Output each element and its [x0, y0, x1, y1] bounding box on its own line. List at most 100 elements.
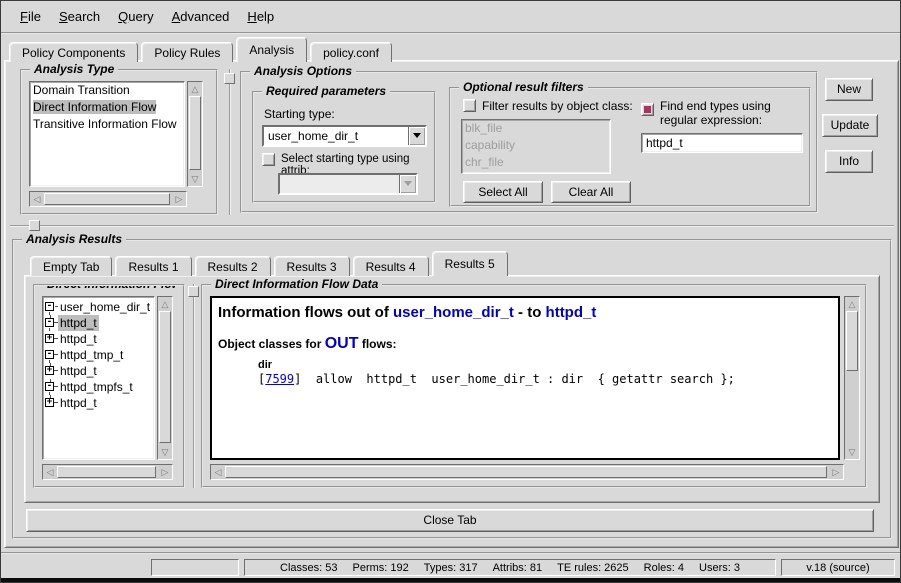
results-tab[interactable]: Results 5 — [432, 251, 508, 276]
tree-expand-icon[interactable]: - — [45, 382, 54, 391]
update-button[interactable]: Update — [822, 114, 878, 137]
object-class-checkbox-row: Filter results by object class: — [463, 99, 633, 113]
analysis-options-frame: Analysis Options Required parameters Sta… — [240, 71, 818, 213]
results-tab[interactable]: Results 2 — [195, 256, 271, 276]
tree-expand-icon[interactable]: - — [45, 318, 54, 327]
scroll-up-icon[interactable]: △ — [158, 297, 172, 311]
tree-node-label[interactable]: httpd_t — [58, 395, 99, 411]
flow-direction: OUT — [325, 335, 359, 352]
regex-checkbox-label: Find end types using regular expression: — [660, 99, 809, 127]
menu-item[interactable]: File — [11, 5, 50, 28]
tree-data-sash — [193, 284, 195, 488]
object-class-checkbox[interactable] — [463, 99, 476, 112]
results-sash-handle[interactable] — [29, 220, 40, 231]
clear-all-button[interactable]: Clear All — [551, 181, 631, 203]
tree-node[interactable]: - httpd_tmp_t — [45, 347, 154, 363]
menu-item[interactable]: Help — [238, 5, 283, 28]
attrib-checkbox[interactable] — [262, 153, 275, 166]
scroll-thumb[interactable] — [225, 466, 827, 478]
attrib-combobox[interactable] — [278, 173, 418, 195]
tree-node-label[interactable]: httpd_tmpfs_t — [58, 379, 135, 395]
results-tab[interactable]: Results 1 — [115, 256, 191, 276]
tree-node-label[interactable]: httpd_t — [58, 363, 99, 379]
flow-tree[interactable]: - user_home_dir_t - httpd_t — [42, 296, 155, 460]
scroll-right-icon[interactable]: ▷ — [829, 465, 843, 479]
scroll-right-icon[interactable]: ▷ — [172, 192, 186, 206]
tree-expand-icon[interactable]: - — [45, 302, 54, 311]
data-hscrollbar[interactable]: ◁ ▷ — [210, 464, 844, 480]
scroll-thumb[interactable] — [846, 311, 858, 371]
main-tab[interactable]: Analysis — [236, 37, 307, 62]
scroll-right-icon[interactable]: ▷ — [158, 465, 172, 479]
object-class-listbox[interactable]: blk_file capability chr_file — [461, 119, 611, 174]
policy-stat: Perms: 192 — [353, 562, 409, 574]
scroll-left-icon[interactable]: ◁ — [30, 192, 44, 206]
results-tab[interactable]: Results 3 — [274, 256, 350, 276]
scroll-down-icon[interactable]: ▽ — [188, 172, 202, 186]
tree-expand-icon[interactable]: - — [45, 350, 54, 359]
flow-data-text[interactable]: Information flows out of user_home_dir_t… — [210, 296, 840, 460]
tree-data-sash-handle[interactable] — [188, 286, 199, 297]
tree-hscrollbar[interactable]: ◁ ▷ — [42, 464, 173, 480]
main-tab-bar: Policy Components Policy Rules Analysis … — [9, 37, 395, 62]
analysis-type-item[interactable]: Direct Information Flow — [30, 99, 184, 116]
tree-node[interactable]: - httpd_t — [45, 315, 154, 331]
regex-input[interactable] — [641, 133, 803, 153]
rule-number-link[interactable]: 7599 — [265, 372, 294, 386]
results-tab[interactable]: Results 4 — [353, 256, 429, 276]
select-all-button[interactable]: Select All — [463, 181, 543, 203]
menu-item[interactable]: Search — [50, 5, 109, 28]
optional-filters-frame: Optional result filters Filter results b… — [449, 87, 811, 207]
scroll-down-icon[interactable]: ▽ — [158, 445, 172, 459]
scroll-up-icon[interactable]: △ — [188, 82, 202, 96]
scroll-thumb[interactable] — [159, 311, 171, 443]
menu-item[interactable]: Query — [109, 5, 162, 28]
close-tab-button[interactable]: Close Tab — [26, 509, 874, 532]
scroll-left-icon[interactable]: ◁ — [43, 465, 57, 479]
scroll-up-icon[interactable]: △ — [845, 297, 859, 311]
optional-filters-title: Optional result filters — [459, 80, 588, 94]
analysis-type-item[interactable]: Domain Transition — [30, 82, 184, 99]
scroll-down-icon[interactable]: ▽ — [845, 445, 859, 459]
tree-expand-icon[interactable]: + — [45, 334, 54, 343]
tree-node-label[interactable]: httpd_tmp_t — [58, 347, 125, 363]
main-tab[interactable]: Policy Components — [9, 42, 138, 62]
tree-node[interactable]: + httpd_t — [45, 395, 154, 411]
tree-expand-icon[interactable]: + — [45, 366, 54, 375]
tree-node[interactable]: + httpd_t — [45, 363, 154, 379]
analysis-type-listbox[interactable]: Domain Transition Direct Information Flo… — [29, 81, 185, 187]
scroll-thumb[interactable] — [57, 466, 156, 478]
apol-window: File Search Query Advanced Help Policy C… — [0, 0, 901, 583]
starting-type-combobox[interactable]: user_home_dir_t — [262, 125, 427, 147]
scroll-thumb[interactable] — [189, 96, 201, 170]
new-button[interactable]: New — [825, 78, 873, 101]
target-type: httpd_t — [546, 304, 597, 321]
regex-checkbox[interactable] — [641, 103, 654, 116]
scroll-left-icon[interactable]: ◁ — [211, 465, 225, 479]
data-vscrollbar[interactable]: △ ▽ — [844, 296, 860, 460]
tree-node[interactable]: + httpd_t — [45, 331, 154, 347]
main-tab[interactable]: Policy Rules — [141, 42, 233, 62]
analysis-type-title: Analysis Type — [30, 62, 118, 76]
tree-vscrollbar[interactable]: △ ▽ — [157, 296, 173, 460]
tree-node[interactable]: - user_home_dir_t — [45, 299, 154, 315]
menu-item[interactable]: Advanced — [163, 5, 239, 28]
info-button[interactable]: Info — [825, 150, 873, 173]
options-sash-handle[interactable] — [224, 73, 235, 84]
tree-node-label[interactable]: user_home_dir_t — [58, 299, 152, 315]
results-tab[interactable]: Empty Tab — [30, 256, 112, 276]
main-tab[interactable]: policy.conf — [310, 42, 392, 62]
tree-node-label[interactable]: httpd_t — [58, 315, 99, 331]
tree-expand-icon[interactable]: + — [45, 398, 54, 407]
tree-node-label[interactable]: httpd_t — [58, 331, 99, 347]
tree-node[interactable]: - httpd_tmpfs_t — [45, 379, 154, 395]
status-empty-cell — [151, 559, 239, 576]
analysis-type-hscrollbar[interactable]: ◁ ▷ — [29, 191, 187, 207]
analysis-type-item[interactable]: Transitive Information Flow — [30, 116, 184, 133]
object-class-name: dir — [212, 353, 838, 371]
status-stats-cell: Classes: 53Perms: 192Types: 317Attribs: … — [244, 559, 776, 576]
status-version-cell: v.18 (source) — [781, 559, 895, 576]
combobox-arrow-icon[interactable] — [408, 127, 425, 145]
scroll-thumb[interactable] — [44, 193, 170, 205]
analysis-type-vscrollbar[interactable]: △ ▽ — [187, 81, 203, 187]
